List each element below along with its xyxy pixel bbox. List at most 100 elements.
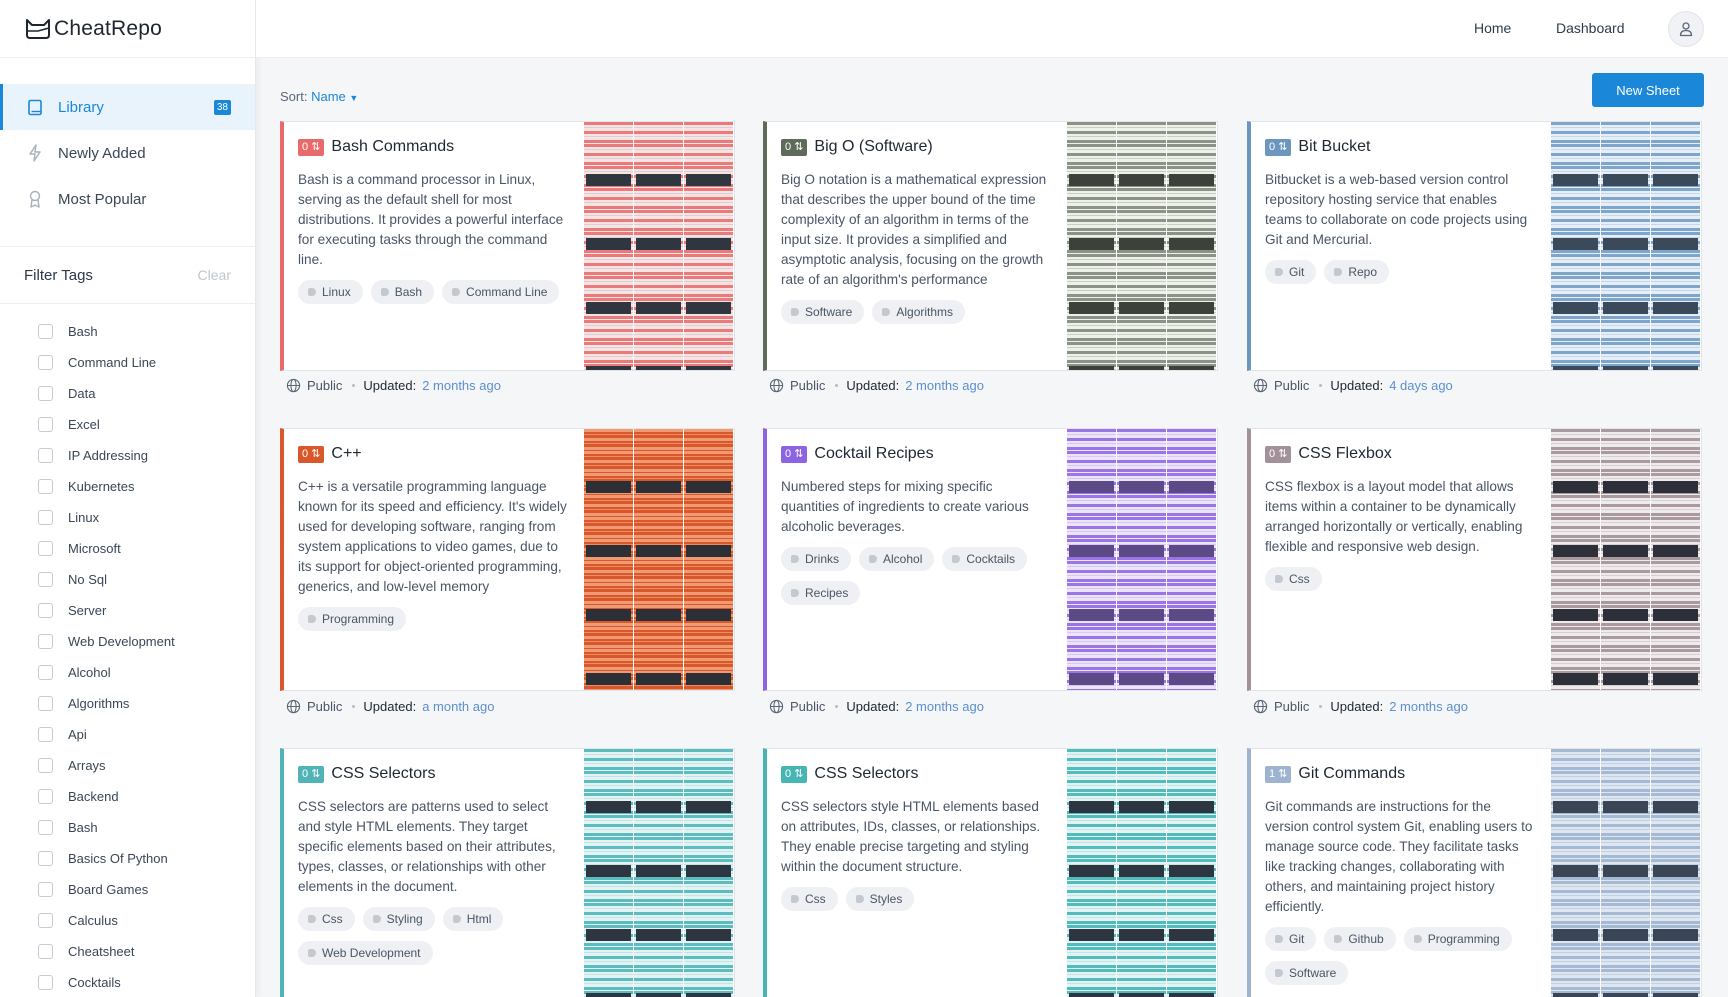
tag-filter-item[interactable]: No Sql <box>38 564 255 595</box>
vote-badge[interactable]: 0 ⇅ <box>781 445 808 463</box>
sheet-tag[interactable]: Bash <box>370 280 435 304</box>
tag-checkbox[interactable] <box>38 479 53 494</box>
tag-checkbox[interactable] <box>38 417 53 432</box>
sheet-card[interactable]: 1 ⇅ Git Commands Git commands are instruct… <box>1247 748 1702 997</box>
tag-filter-item[interactable]: Basics Of Python <box>38 843 255 874</box>
sheet-card[interactable]: 0 ⇅ C++ C++ is a versatile programming lan… <box>280 428 735 691</box>
sheet-tag[interactable]: Alcohol <box>859 547 935 571</box>
sheet-card[interactable]: 0 ⇅ Cocktail Recipes Numbered steps for mi… <box>763 428 1218 691</box>
sheet-card[interactable]: 0 ⇅ CSS Selectors CSS selectors are patter… <box>280 748 735 997</box>
tag-checkbox[interactable] <box>38 820 53 835</box>
sheet-tag[interactable]: Html <box>442 907 504 931</box>
tag-filter-item[interactable]: Server <box>38 595 255 626</box>
sheet-tag[interactable]: Software <box>1265 961 1349 985</box>
tag-checkbox[interactable] <box>38 355 53 370</box>
vote-badge[interactable]: 1 ⇅ <box>1265 765 1292 783</box>
sheet-tag[interactable]: Styling <box>362 907 435 931</box>
sidebar-item-most-popular[interactable]: Most Popular <box>0 176 255 222</box>
vote-badge[interactable]: 0 ⇅ <box>781 138 808 156</box>
user-avatar[interactable] <box>1668 11 1704 47</box>
tag-filter-item[interactable]: Microsoft <box>38 533 255 564</box>
tag-filter-item[interactable]: Backend <box>38 781 255 812</box>
tag-checkbox[interactable] <box>38 448 53 463</box>
new-sheet-button[interactable]: New Sheet <box>1592 73 1704 107</box>
clear-filters-button[interactable]: Clear <box>198 267 231 283</box>
tag-filter-item[interactable]: IP Addressing <box>38 440 255 471</box>
sheet-tag[interactable]: Git <box>1265 260 1317 284</box>
tag-filter-item[interactable]: Arrays <box>38 750 255 781</box>
tag-checkbox[interactable] <box>38 665 53 680</box>
tag-checkbox[interactable] <box>38 727 53 742</box>
tag-checkbox[interactable] <box>38 603 53 618</box>
sheet-tag[interactable]: Css <box>781 887 838 911</box>
tag-checkbox[interactable] <box>38 944 53 959</box>
tag-filter-item[interactable]: Command Line <box>38 347 255 378</box>
preview-column <box>1601 749 1650 997</box>
sheet-tag[interactable]: Software <box>781 300 865 324</box>
tag-filter-label: Web Development <box>68 634 175 649</box>
tag-filter-item[interactable]: Linux <box>38 502 255 533</box>
sheet-tag[interactable]: Git <box>1265 927 1317 951</box>
sort-dropdown[interactable]: Name ▼ <box>311 89 358 104</box>
home-link[interactable]: Home <box>1474 20 1511 36</box>
sheet-tag[interactable]: Drinks <box>781 547 852 571</box>
sheet-card[interactable]: 0 ⇅ Bash Commands Bash is a command proces… <box>280 121 735 371</box>
brand[interactable]: CheatRepo <box>0 0 255 58</box>
dashboard-link[interactable]: Dashboard <box>1556 20 1625 36</box>
tag-checkbox[interactable] <box>38 851 53 866</box>
updated-time: a month ago <box>422 699 495 714</box>
sheet-tag[interactable]: Repo <box>1324 260 1390 284</box>
sheet-tag[interactable]: Github <box>1324 927 1396 951</box>
sheet-tag[interactable]: Css <box>1265 567 1322 591</box>
sidebar-item-library[interactable]: Library 38 <box>0 84 255 130</box>
updated-label: Updated: <box>846 699 900 714</box>
tag-checkbox[interactable] <box>38 913 53 928</box>
tag-checkbox[interactable] <box>38 541 53 556</box>
tag-filter-item[interactable]: Board Games <box>38 874 255 905</box>
tag-checkbox[interactable] <box>38 789 53 804</box>
tag-checkbox[interactable] <box>38 882 53 897</box>
tag-checkbox[interactable] <box>38 510 53 525</box>
sheet-tag[interactable]: Css <box>298 907 355 931</box>
tag-filter-item[interactable]: Algorithms <box>38 688 255 719</box>
tag-filter-item[interactable]: Api <box>38 719 255 750</box>
tag-filter-item[interactable]: Web Development <box>38 626 255 657</box>
sheet-tag[interactable]: Styles <box>845 887 915 911</box>
vote-badge[interactable]: 0 ⇅ <box>298 138 325 156</box>
sidebar-item-newly-added[interactable]: Newly Added <box>0 130 255 176</box>
tag-checkbox[interactable] <box>38 758 53 773</box>
vote-badge[interactable]: 0 ⇅ <box>1265 445 1292 463</box>
tag-checkbox[interactable] <box>38 324 53 339</box>
tag-filter-item[interactable]: Cocktails <box>38 967 255 997</box>
tag-checkbox[interactable] <box>38 975 53 990</box>
tag-filter-item[interactable]: Kubernetes <box>38 471 255 502</box>
tag-checkbox[interactable] <box>38 696 53 711</box>
tag-filter-item[interactable]: Bash <box>38 316 255 347</box>
sheet-tag[interactable]: Cocktails <box>942 547 1028 571</box>
sheet-tag[interactable]: Programming <box>298 607 407 631</box>
sheet-tag[interactable]: Web Development <box>298 941 433 965</box>
tag-filter-item[interactable]: Bash <box>38 812 255 843</box>
vote-badge[interactable]: 0 ⇅ <box>1265 138 1292 156</box>
sheet-tag[interactable]: Programming <box>1403 927 1512 951</box>
vote-badge[interactable]: 0 ⇅ <box>298 445 325 463</box>
sheet-tag[interactable]: Command Line <box>442 280 560 304</box>
sheet-tag[interactable]: Algorithms <box>872 300 966 324</box>
tag-filter-item[interactable]: Excel <box>38 409 255 440</box>
sheet-card[interactable]: 0 ⇅ Bit Bucket Bitbucket is a web-based ve… <box>1247 121 1702 371</box>
sort-arrows-icon: ⇅ <box>311 140 321 153</box>
sheet-card[interactable]: 0 ⇅ CSS Selectors CSS selectors style HTML… <box>763 748 1218 997</box>
tag-filter-item[interactable]: Calculus <box>38 905 255 936</box>
sheet-tag[interactable]: Linux <box>298 280 363 304</box>
tag-checkbox[interactable] <box>38 386 53 401</box>
sheet-tag[interactable]: Recipes <box>781 581 861 605</box>
sheet-card[interactable]: 0 ⇅ Big O (Software) Big O notation is a m… <box>763 121 1218 371</box>
tag-filter-item[interactable]: Alcohol <box>38 657 255 688</box>
tag-checkbox[interactable] <box>38 634 53 649</box>
tag-checkbox[interactable] <box>38 572 53 587</box>
tag-filter-item[interactable]: Data <box>38 378 255 409</box>
tag-filter-item[interactable]: Cheatsheet <box>38 936 255 967</box>
sheet-card[interactable]: 0 ⇅ CSS Flexbox CSS flexbox is a layout mo… <box>1247 428 1702 691</box>
vote-badge[interactable]: 0 ⇅ <box>298 765 325 783</box>
vote-badge[interactable]: 0 ⇅ <box>781 765 808 783</box>
